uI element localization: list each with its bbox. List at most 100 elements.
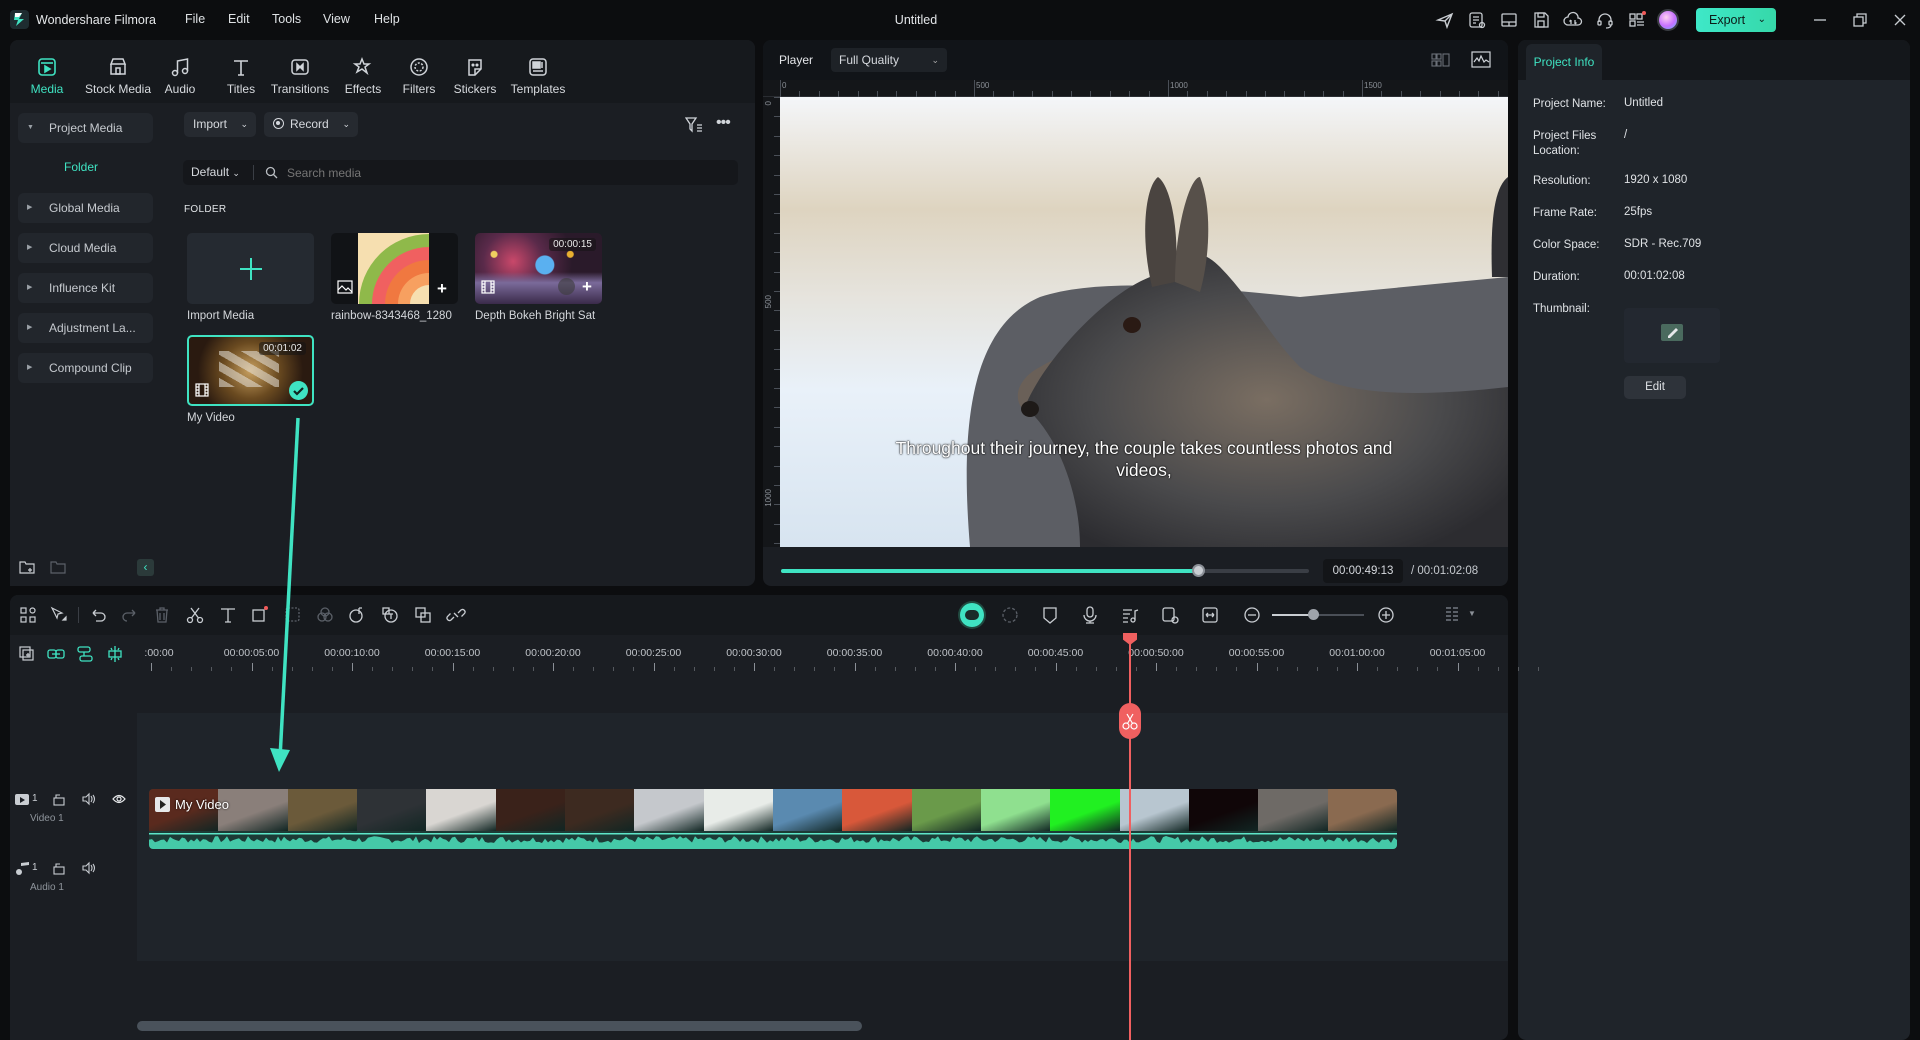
- link-clips-icon[interactable]: [47, 645, 65, 663]
- audio-mixer-icon[interactable]: [1120, 605, 1140, 625]
- tab-titles[interactable]: Titles: [223, 56, 259, 96]
- new-folder-icon[interactable]: [19, 559, 35, 575]
- tab-media[interactable]: Media: [26, 56, 68, 96]
- delete-icon[interactable]: [152, 605, 172, 625]
- audio-track-1[interactable]: [137, 853, 1508, 961]
- detach-link-icon[interactable]: [446, 605, 466, 625]
- sidebar-item-cloud-media[interactable]: ▶ Cloud Media: [18, 233, 153, 263]
- collapse-sidebar-button[interactable]: ‹: [137, 559, 154, 576]
- preview-render-icon[interactable]: [1160, 605, 1180, 625]
- text-tool-icon[interactable]: [218, 605, 238, 625]
- support-headset-icon[interactable]: [1595, 10, 1615, 30]
- cloud-upload-icon[interactable]: [1563, 10, 1583, 30]
- sidebar-item-compound-clip[interactable]: ▶ Compound Clip: [18, 353, 153, 383]
- ai-assistant-icon[interactable]: [960, 603, 984, 627]
- import-media-tile[interactable]: [187, 233, 314, 304]
- drop-zone[interactable]: [137, 713, 1508, 783]
- zoom-out-icon[interactable]: [1242, 605, 1262, 625]
- timeline-zoom-slider[interactable]: [1272, 609, 1364, 620]
- sort-dropdown[interactable]: Default ⌄: [191, 165, 240, 179]
- undo-icon[interactable]: [88, 605, 108, 625]
- tab-project-info[interactable]: Project Info: [1526, 44, 1602, 80]
- eye-visibility-icon[interactable]: [112, 792, 126, 806]
- media-item-rainbow[interactable]: +: [331, 233, 458, 304]
- apps-grid-icon[interactable]: [1627, 10, 1647, 30]
- delete-folder-icon[interactable]: [50, 559, 66, 575]
- tab-effects[interactable]: Effects: [340, 56, 386, 96]
- color-match-icon[interactable]: [315, 605, 335, 625]
- magnetic-track-icon[interactable]: [76, 645, 94, 663]
- sidebar-item-adjustment-layer[interactable]: ▶ Adjustment La...: [18, 313, 153, 343]
- sidebar-folder[interactable]: Folder: [18, 160, 144, 174]
- microphone-icon[interactable]: [1080, 605, 1100, 625]
- timeline-clip-my-video[interactable]: My Video: [149, 789, 1397, 849]
- sidebar-item-global-media[interactable]: ▶ Global Media: [18, 193, 153, 223]
- video-preview[interactable]: Throughout their journey, the couple tak…: [780, 97, 1508, 547]
- add-to-timeline-icon[interactable]: +: [582, 277, 592, 297]
- media-item-my-video[interactable]: 00:01:02: [187, 335, 314, 406]
- scopes-icon[interactable]: [1471, 51, 1491, 68]
- restore-icon[interactable]: [1850, 10, 1870, 30]
- quality-dropdown[interactable]: Full Quality ⌄: [831, 48, 947, 72]
- sidebar-item-project-media[interactable]: ▼ Project Media: [18, 113, 153, 143]
- sidebar-item-influence-kit[interactable]: ▶ Influence Kit: [18, 273, 153, 303]
- ai-audio-icon[interactable]: [347, 605, 367, 625]
- close-icon[interactable]: [1890, 10, 1910, 30]
- select-tool-icon[interactable]: [48, 605, 68, 625]
- save-icon[interactable]: [1531, 10, 1551, 30]
- ai-translate-icon[interactable]: [413, 605, 433, 625]
- search-input[interactable]: [287, 163, 727, 182]
- add-track-icon[interactable]: [18, 645, 36, 663]
- lock-open-icon[interactable]: [52, 792, 66, 806]
- menu-view[interactable]: View: [323, 12, 350, 26]
- media-item-depth-bokeh[interactable]: 00:00:15 +: [475, 233, 602, 304]
- redo-icon[interactable]: [120, 605, 140, 625]
- playback-scrubber[interactable]: [781, 564, 1309, 577]
- more-options-icon[interactable]: •••: [716, 115, 734, 134]
- mute-track-icon[interactable]: [82, 792, 96, 806]
- mute-track-icon[interactable]: [82, 861, 96, 875]
- playback-scrubber-handle[interactable]: [1192, 564, 1206, 577]
- zoom-in-icon[interactable]: [1376, 605, 1396, 625]
- tab-transitions[interactable]: Transitions: [268, 56, 332, 96]
- auto-reframe-icon[interactable]: [1000, 605, 1020, 625]
- add-to-timeline-icon[interactable]: +: [437, 279, 447, 299]
- menu-tools[interactable]: Tools: [272, 12, 301, 26]
- menu-help[interactable]: Help: [374, 12, 400, 26]
- menu-file[interactable]: File: [185, 12, 205, 26]
- lock-open-icon[interactable]: [52, 861, 66, 875]
- caret-down-icon[interactable]: ▼: [1468, 609, 1476, 618]
- timeline-horizontal-scrollbar[interactable]: [137, 1021, 862, 1031]
- playhead-line[interactable]: [1129, 635, 1131, 1040]
- fit-timeline-icon[interactable]: [1200, 605, 1220, 625]
- tab-audio[interactable]: Audio: [162, 56, 198, 96]
- export-button[interactable]: Export ⌄: [1696, 8, 1776, 32]
- timeline-ruler[interactable]: :00:00 00:00:05:00 00:00:10:00 00:00:15:00 0…: [10, 635, 1539, 673]
- record-button[interactable]: Record ⌄: [264, 112, 358, 137]
- ai-text-icon[interactable]: [380, 605, 400, 625]
- keyframe-icon[interactable]: [283, 605, 303, 625]
- split-at-playhead-button[interactable]: [1119, 703, 1141, 739]
- zoom-slider-handle[interactable]: [1308, 609, 1320, 620]
- user-avatar[interactable]: [1657, 9, 1679, 31]
- track-height-icon[interactable]: [1442, 605, 1462, 625]
- tab-templates[interactable]: Templates: [508, 56, 568, 96]
- crop-tool-icon[interactable]: [250, 605, 270, 625]
- send-feedback-icon[interactable]: [1435, 10, 1455, 30]
- filter-sort-icon[interactable]: [685, 116, 703, 134]
- minimize-icon[interactable]: [1810, 10, 1830, 30]
- shield-marker-icon[interactable]: [1040, 605, 1060, 625]
- layout-icon[interactable]: [1499, 10, 1519, 30]
- layout-grid-icon[interactable]: [18, 605, 38, 625]
- menu-edit[interactable]: Edit: [228, 12, 250, 26]
- tab-stickers[interactable]: Stickers: [450, 56, 500, 96]
- tab-filters[interactable]: Filters: [398, 56, 440, 96]
- task-list-icon[interactable]: [1467, 10, 1487, 30]
- grid-view-icon[interactable]: [1431, 52, 1451, 68]
- split-scissors-icon[interactable]: [185, 605, 205, 625]
- import-button[interactable]: Import ⌄: [184, 112, 256, 137]
- edit-thumbnail-button[interactable]: Edit: [1624, 376, 1686, 399]
- chevron-down-icon[interactable]: ⌄: [1758, 8, 1766, 32]
- tab-stock-media[interactable]: Stock Media: [82, 56, 154, 96]
- snapping-icon[interactable]: [106, 645, 124, 663]
